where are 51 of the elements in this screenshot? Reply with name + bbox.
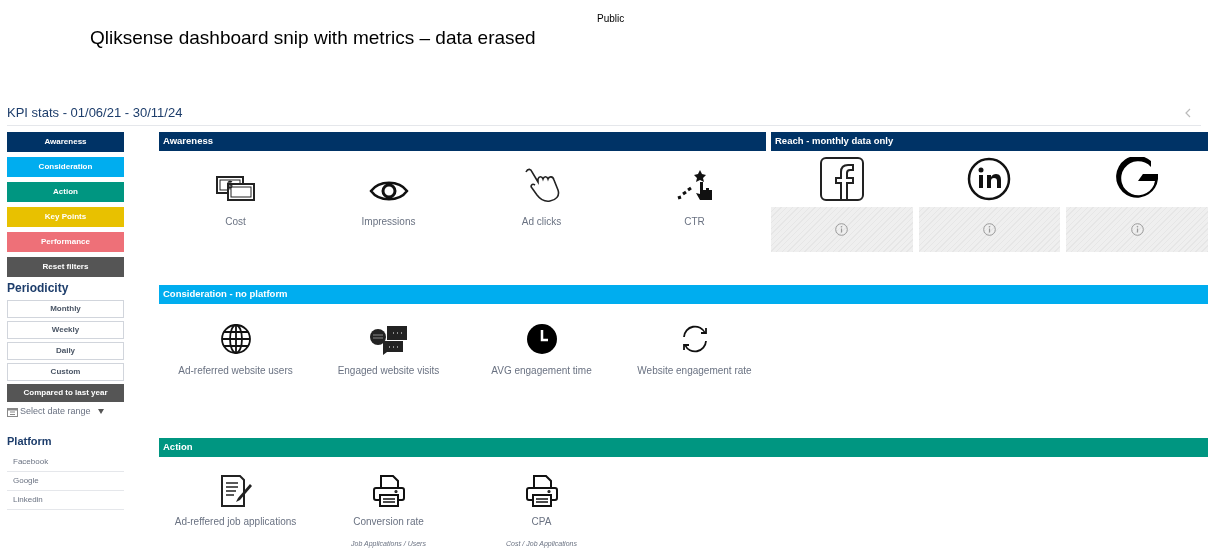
section-heading: Platform <box>7 433 52 449</box>
chat-bubbles-icon <box>368 325 409 355</box>
linkedin-logo-icon <box>967 157 1012 201</box>
chevron-left-icon[interactable] <box>1185 107 1191 118</box>
period-button[interactable]: Monthly <box>7 300 124 318</box>
metric-label: AVG engagement time <box>491 364 592 378</box>
metric-label: Website engagement rate <box>637 364 752 378</box>
click-star-icon <box>675 168 714 202</box>
period-button[interactable]: Daily <box>7 342 124 360</box>
caption: Qliksense dashboard snip with metrics – data erased <box>90 26 536 50</box>
section-header: Consideration - no platform <box>159 285 1208 304</box>
dropdown-caret-icon <box>97 409 104 415</box>
google-logo-icon <box>1115 157 1160 201</box>
printer-icon <box>371 474 406 508</box>
metric-label: Impressions <box>361 215 416 229</box>
metric-label: CTR <box>684 215 705 229</box>
platform-list-item[interactable]: Linkedin <box>7 491 124 510</box>
info-icon[interactable] <box>835 223 849 236</box>
metric-label: Ad clicks <box>521 215 562 229</box>
nav-button[interactable]: Action <box>7 182 124 202</box>
metric-label: Cost <box>225 215 246 229</box>
section-heading: Periodicity <box>7 280 69 297</box>
eye-icon <box>368 180 409 202</box>
date-range-dropdown[interactable]: Select date range <box>7 405 104 419</box>
metric-label: Ad-reffered job applications <box>174 515 297 529</box>
facebook-logo-icon <box>819 157 864 201</box>
info-icon[interactable] <box>1130 223 1144 236</box>
money-icon <box>215 176 256 202</box>
metric-label: Engaged website visits <box>337 364 440 378</box>
platform-list-item[interactable]: Facebook <box>7 453 124 472</box>
metric-label: Conversion rate <box>353 515 424 529</box>
platform-list-item[interactable]: Google <box>7 472 124 491</box>
printer-icon <box>524 474 559 508</box>
sheet-title: KPI stats - 01/06/21 - 30/11/24 <box>7 103 183 122</box>
clock-icon <box>525 323 558 355</box>
nav-button[interactable]: Reset filters <box>7 257 124 277</box>
period-button[interactable]: Compared to last year <box>7 384 124 402</box>
nav-button[interactable]: Awareness <box>7 132 124 152</box>
nav-button[interactable]: Performance <box>7 232 124 252</box>
section-header: Reach - monthly data only <box>771 132 1208 151</box>
document-pen-icon <box>218 474 253 508</box>
metric-label: CPA <box>531 515 552 529</box>
period-button[interactable]: Weekly <box>7 321 124 339</box>
period-button[interactable]: Custom <box>7 363 124 381</box>
calendar-icon <box>7 406 18 417</box>
globe-icon <box>219 323 252 355</box>
classification-label: Public <box>597 12 625 26</box>
info-icon[interactable] <box>983 223 996 236</box>
section-header: Action <box>159 438 1208 457</box>
metric-label: Ad-referred website users <box>178 364 293 378</box>
section-header: Awareness <box>159 132 766 151</box>
